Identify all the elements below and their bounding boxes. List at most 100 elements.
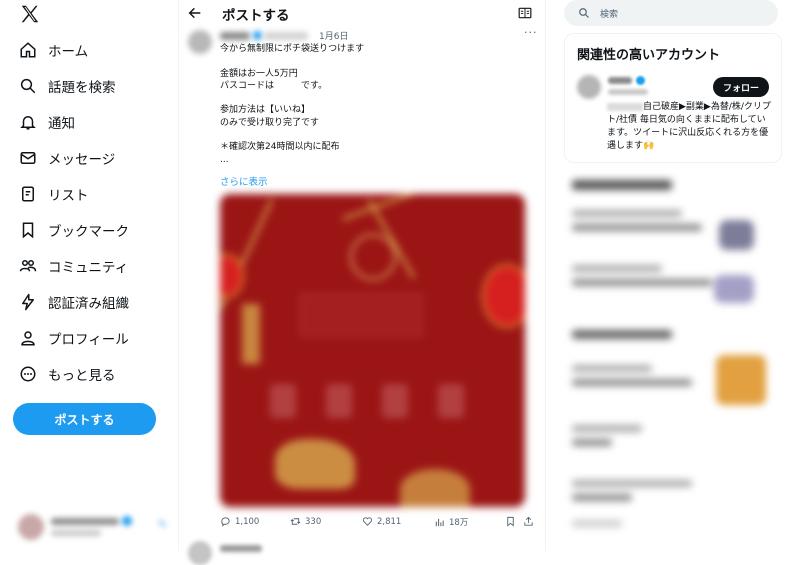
tweet-line: [220, 55, 530, 67]
nav-item-verified-orgs[interactable]: 認証済み組織: [0, 284, 178, 320]
trend-thumbnail[interactable]: [716, 355, 766, 405]
tweet-line: 今から無制限にポチ袋送りつけます: [220, 44, 365, 54]
tweet-line: [220, 92, 530, 104]
code-slot: [382, 384, 408, 418]
tweet-line: ...: [220, 154, 229, 165]
nav-label: ブックマーク: [48, 224, 129, 240]
more-circle-icon: [20, 366, 36, 382]
trend-item[interactable]: [572, 480, 692, 487]
tweet-line: [220, 129, 530, 141]
trend-thumbnail[interactable]: [714, 275, 754, 303]
nav-item-bookmarks[interactable]: ブックマーク: [0, 212, 178, 248]
reply-button[interactable]: 1,100: [220, 516, 259, 527]
tweet-date[interactable]: 1月6日: [319, 29, 348, 42]
bookmark-icon: [507, 516, 514, 527]
back-arrow-icon[interactable]: [187, 5, 203, 21]
nav-item-explore[interactable]: 話題を検索: [0, 68, 178, 104]
account-bio: 自己破産▶副業▶為替/株/クリプト/社債 毎日気の向くままに配布しています。ツイ…: [607, 101, 773, 153]
trend-item[interactable]: [572, 224, 702, 231]
feather-icon: ✎: [158, 518, 168, 531]
share-button[interactable]: [523, 516, 538, 527]
trend-item[interactable]: [572, 520, 622, 527]
verified-badge-icon: [122, 516, 132, 526]
left-sidebar: ホーム 話題を検索 通知 メッセージ リスト ブックマーク コミュニティ 認証済…: [0, 0, 179, 551]
x-logo-icon[interactable]: [19, 3, 41, 25]
card-title: 関連性の高いアカウント: [577, 48, 721, 63]
media-dragon: [400, 469, 470, 507]
tweet-line: のみで受け取り完了です: [220, 117, 320, 128]
media-panel: [300, 294, 422, 336]
code-slot: [326, 384, 352, 418]
trend-item[interactable]: [572, 210, 682, 217]
account-switcher[interactable]: ✎: [18, 512, 170, 544]
page-title: ポストする: [222, 8, 290, 24]
tweet-actions: 1,100 330 2,811 18万: [220, 516, 535, 530]
nav-item-notifications[interactable]: 通知: [0, 104, 178, 140]
trend-item[interactable]: [572, 265, 662, 272]
retweet-button[interactable]: 330: [290, 516, 321, 527]
media-code-slots: [270, 384, 470, 424]
reader-mode-icon[interactable]: [518, 6, 532, 20]
bookmark-button[interactable]: [505, 516, 520, 527]
nav-label: もっと見る: [48, 368, 116, 384]
tweet-image[interactable]: [220, 194, 525, 507]
like-count: 2,811: [377, 516, 402, 527]
media-dragon: [275, 439, 355, 489]
trend-item[interactable]: [572, 425, 642, 432]
account-name: [51, 518, 119, 525]
follow-button[interactable]: フォロー: [713, 77, 769, 97]
trend-thumbnail[interactable]: [719, 220, 754, 250]
related-accounts-card: 関連性の高いアカウント フォロー 自己破産▶副業▶為替/株/クリプト/社債 毎日…: [564, 33, 782, 163]
views-button[interactable]: 18万: [434, 516, 468, 528]
trend-heading: [572, 180, 672, 190]
nav-label: コミュニティ: [48, 260, 129, 276]
account-name[interactable]: [608, 77, 632, 84]
trends-panel: [564, 170, 780, 550]
tweet-line-text: パスコードは です。: [220, 80, 328, 91]
trend-item[interactable]: [572, 494, 632, 501]
envelope-icon: [20, 152, 36, 164]
nav-item-profile[interactable]: プロフィール: [0, 320, 178, 356]
search-placeholder: 検索: [600, 10, 619, 20]
post-button[interactable]: ポストする: [13, 403, 156, 435]
nav-item-messages[interactable]: メッセージ: [0, 140, 178, 176]
redacted-text: [607, 102, 643, 111]
nav-item-home[interactable]: ホーム: [0, 32, 178, 68]
nav-label: 通知: [48, 116, 75, 132]
trend-item[interactable]: [572, 365, 652, 372]
nav-label: ホーム: [48, 44, 89, 60]
trend-item[interactable]: [572, 439, 612, 446]
avatar[interactable]: [188, 541, 212, 565]
media-decoration: [242, 304, 260, 364]
account-handle[interactable]: [608, 89, 648, 95]
tweet-line: ＊確認次第24時間以内に配布: [220, 142, 340, 153]
media-lantern: [482, 264, 525, 328]
home-icon: [20, 42, 36, 58]
nav-item-communities[interactable]: コミュニティ: [0, 248, 178, 284]
bookmark-icon: [22, 222, 34, 239]
heart-icon: [362, 517, 373, 526]
nav-item-more[interactable]: もっと見る: [0, 356, 178, 392]
more-options-icon[interactable]: ···: [524, 26, 538, 39]
search-box[interactable]: 検索: [564, 0, 778, 26]
trend-item[interactable]: [572, 279, 712, 286]
avatar[interactable]: [188, 30, 212, 54]
nav-list: ホーム 話題を検索 通知 メッセージ リスト ブックマーク コミュニティ 認証済…: [0, 32, 178, 392]
bar-chart-icon: [435, 518, 444, 526]
tweet-author-name[interactable]: [220, 32, 250, 40]
show-more-link[interactable]: さらに表示: [220, 174, 268, 188]
lightning-icon: [22, 293, 34, 311]
verified-badge-icon: [253, 31, 262, 40]
nav-item-lists[interactable]: リスト: [0, 176, 178, 212]
like-button[interactable]: 2,811: [362, 516, 401, 527]
share-icon: [524, 516, 533, 526]
people-icon: [19, 260, 37, 272]
right-sidebar: 検索 関連性の高いアカウント フォロー 自己破産▶副業▶為替/株/クリプト/社債…: [545, 0, 800, 551]
tweet-author-handle[interactable]: [264, 32, 308, 40]
verified-badge-icon: [636, 76, 645, 85]
tweet-line: 参加方法は【いいね】: [220, 105, 311, 116]
trend-item[interactable]: [572, 379, 692, 386]
avatar[interactable]: [577, 75, 601, 99]
list-icon: [22, 186, 34, 202]
avatar: [18, 514, 44, 540]
